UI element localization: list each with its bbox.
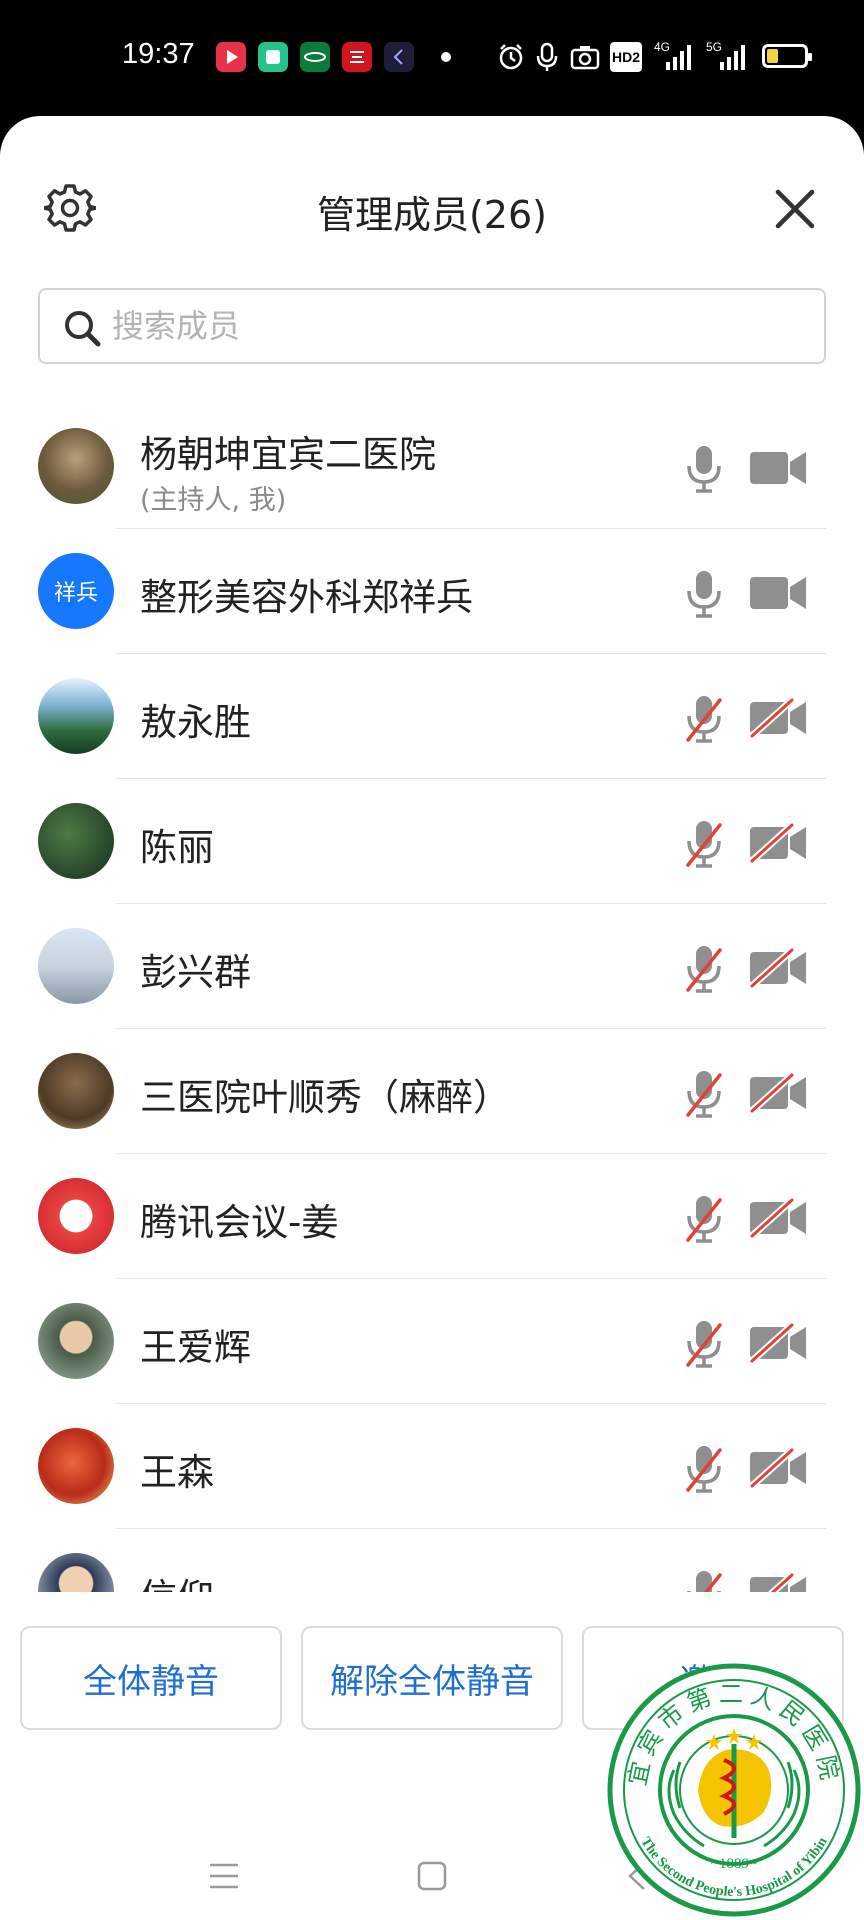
search-input[interactable] <box>112 290 802 362</box>
camera-off-icon[interactable] <box>748 948 810 988</box>
avatar <box>38 1053 114 1129</box>
avatar <box>38 1428 114 1504</box>
microphone-muted-icon[interactable] <box>684 694 724 744</box>
member-row[interactable]: 陈丽 <box>0 779 864 904</box>
app-notification-icon-back <box>384 42 414 72</box>
app-notification-icon-notes <box>258 42 288 72</box>
camera-off-icon[interactable] <box>748 1323 810 1363</box>
seal-year: ~1889~ <box>711 1856 757 1872</box>
microphone-muted-icon[interactable] <box>684 1569 724 1592</box>
member-row[interactable]: 祥兵 整形美容外科郑祥兵 <box>0 529 864 654</box>
signal-strength-5g: 5G <box>704 40 746 72</box>
more-notifications-dot <box>441 52 451 62</box>
network-type-4g: 4G <box>654 40 671 54</box>
camera-off-icon[interactable] <box>748 823 810 863</box>
member-row[interactable]: 彭兴群 <box>0 904 864 1029</box>
avatar <box>38 928 114 1004</box>
camera-icon[interactable] <box>748 573 810 613</box>
microphone-muted-icon[interactable] <box>684 1069 724 1119</box>
battery-level-fill <box>767 49 778 63</box>
camera-icon[interactable] <box>748 448 810 488</box>
member-name: 腾讯会议-姜 <box>140 1201 339 1244</box>
hd-voice-badge: HD2 <box>610 42 642 72</box>
close-icon[interactable] <box>772 186 818 232</box>
battery-icon <box>762 44 812 68</box>
avatar <box>38 1553 114 1592</box>
member-name: 杨朝坤宜宾二医院 <box>140 433 436 476</box>
avatar <box>38 678 114 754</box>
member-name: 敖永胜 <box>140 701 251 744</box>
member-name: 王森 <box>140 1451 214 1494</box>
member-row[interactable]: 腾讯会议-姜 <box>0 1154 864 1279</box>
microphone-muted-icon[interactable] <box>684 944 724 994</box>
member-row[interactable]: 杨朝坤宜宾二医院 (主持人, 我) <box>0 404 864 529</box>
network-type-5g: 5G <box>706 40 723 54</box>
member-name: 王爱辉 <box>140 1326 251 1369</box>
camera-off-icon[interactable] <box>748 1448 810 1488</box>
member-name: 三医院叶顺秀（麻醉） <box>140 1076 510 1119</box>
member-name: 整形美容外科郑祥兵 <box>140 576 473 619</box>
sheet-header: 管理成员(26) <box>0 116 864 296</box>
avatar <box>38 803 114 879</box>
microphone-muted-icon[interactable] <box>684 1444 724 1494</box>
camera-in-use-icon <box>570 46 600 70</box>
microphone-muted-icon[interactable] <box>684 1194 724 1244</box>
camera-off-icon[interactable] <box>748 1073 810 1113</box>
member-row[interactable]: 王爱辉 <box>0 1279 864 1404</box>
member-list[interactable]: 杨朝坤宜宾二医院 (主持人, 我) 祥兵 整形美容外科郑祥兵 敖永胜 陈丽 彭兴… <box>0 404 864 1592</box>
avatar <box>38 1178 114 1254</box>
search-icon <box>65 311 101 347</box>
page-title: 管理成员(26) <box>316 193 547 237</box>
signal-strength-4g: 4G <box>654 40 692 72</box>
member-name: 信仰 <box>140 1567 214 1592</box>
camera-off-icon[interactable] <box>748 1573 810 1592</box>
app-notification-icon-video <box>216 42 246 72</box>
member-row[interactable]: 信仰 <box>0 1529 864 1592</box>
search-box[interactable] <box>38 288 826 364</box>
microphone-in-use-icon <box>536 42 558 71</box>
member-row[interactable]: 敖永胜 <box>0 654 864 779</box>
hospital-seal-logo: 宜宾市第二人民医院 The Second People's Hospital o… <box>607 1663 861 1917</box>
manage-members-sheet: 管理成员(26) 杨朝坤宜宾二医院 (主持人, 我) 祥兵 整形美容外科郑祥兵 <box>0 116 864 1920</box>
member-row[interactable]: 三医院叶顺秀（麻醉） <box>0 1029 864 1154</box>
microphone-icon[interactable] <box>684 569 724 619</box>
member-row[interactable]: 王森 <box>0 1404 864 1529</box>
avatar <box>38 428 114 504</box>
alarm-icon <box>499 44 523 70</box>
microphone-icon[interactable] <box>684 444 724 494</box>
status-time: 19:37 <box>122 38 195 70</box>
camera-off-icon[interactable] <box>748 698 810 738</box>
status-bar: 19:37 HD2 4G 5G <box>0 0 864 116</box>
member-name: 陈丽 <box>140 826 214 869</box>
home-icon[interactable] <box>416 1860 448 1892</box>
member-role: (主持人, 我) <box>140 485 287 516</box>
app-notification-icon-oppo <box>300 42 330 72</box>
avatar-initials: 祥兵 <box>53 581 98 606</box>
menu-icon[interactable] <box>208 1860 240 1892</box>
avatar: 祥兵 <box>38 553 114 629</box>
camera-off-icon[interactable] <box>748 1198 810 1238</box>
mute-all-button[interactable]: 全体静音 <box>20 1626 282 1730</box>
microphone-muted-icon[interactable] <box>684 1319 724 1369</box>
member-name: 彭兴群 <box>140 951 251 994</box>
microphone-muted-icon[interactable] <box>684 819 724 869</box>
app-notification-icon-study <box>342 42 372 72</box>
avatar <box>38 1303 114 1379</box>
unmute-all-button[interactable]: 解除全体静音 <box>301 1626 563 1730</box>
